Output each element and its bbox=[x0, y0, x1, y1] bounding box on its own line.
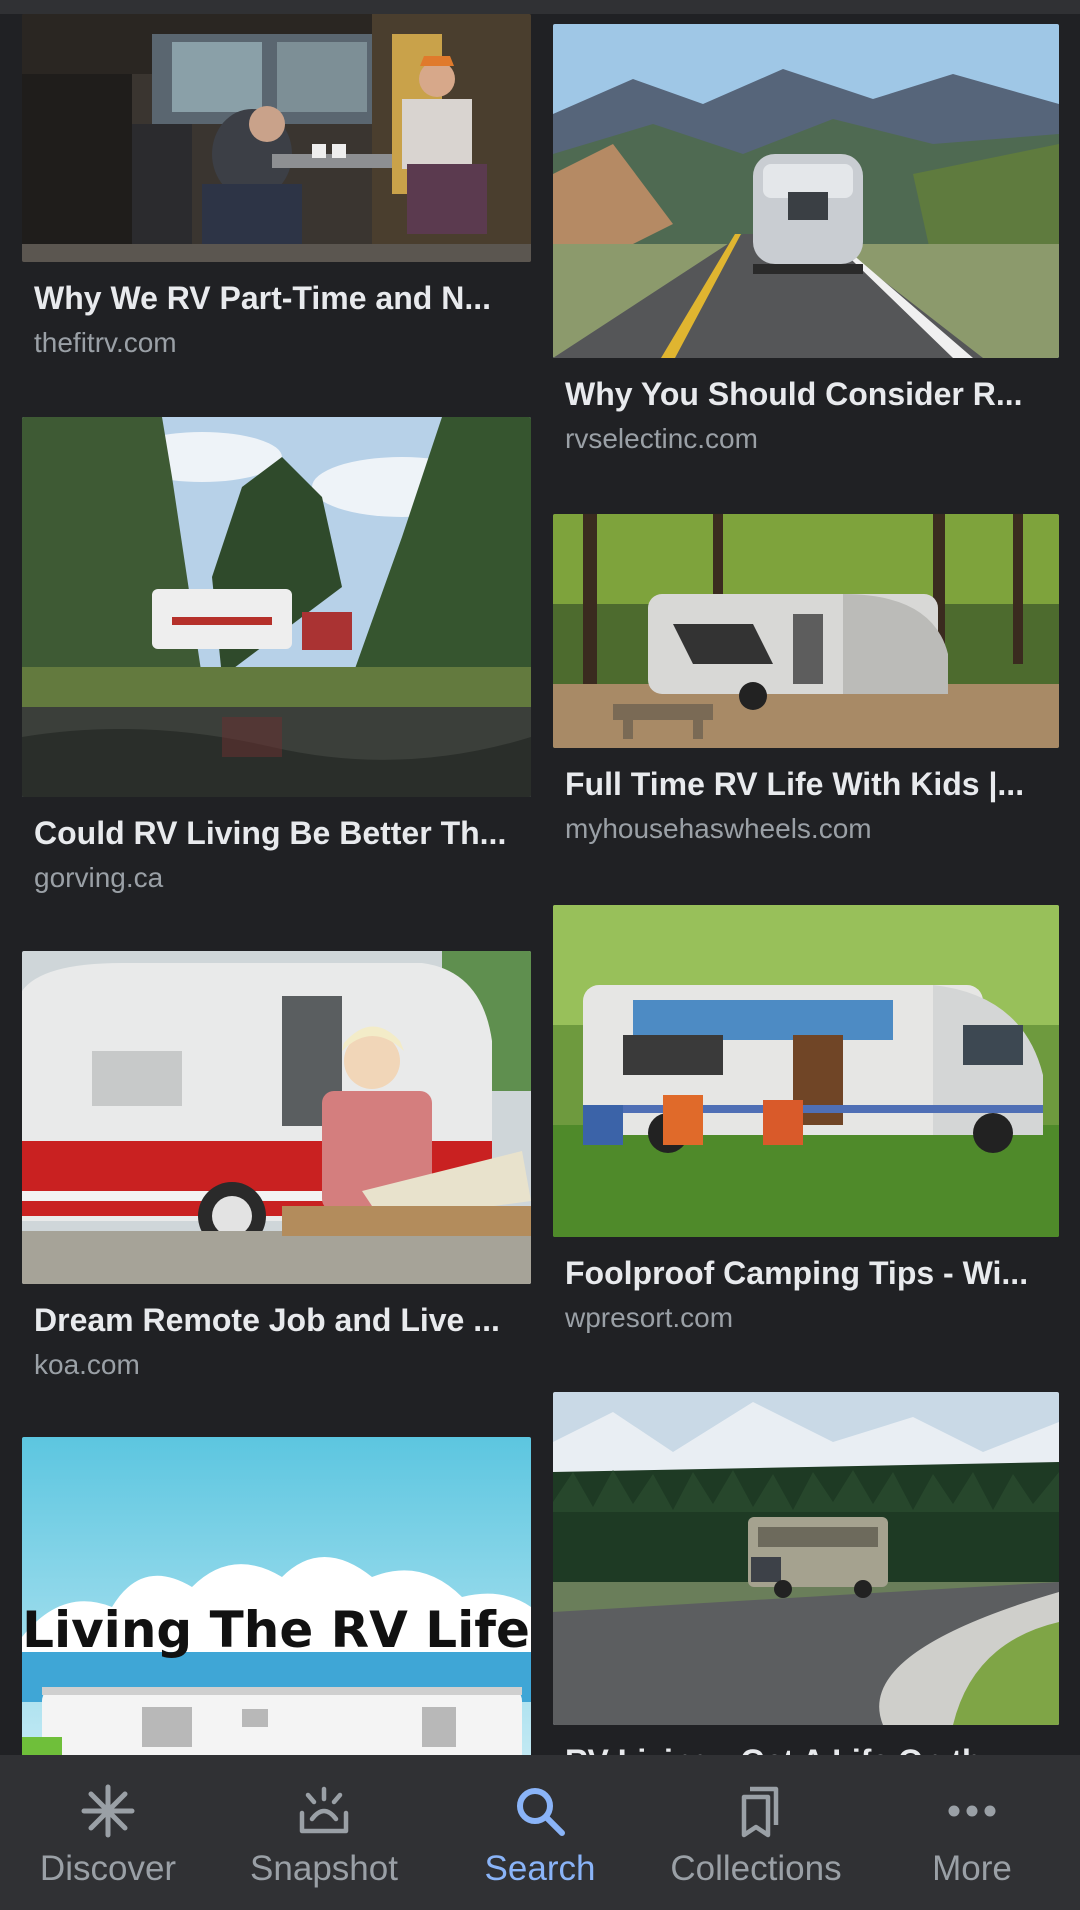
result-title[interactable]: RV Living - Get A Life On th... bbox=[565, 1741, 1047, 1755]
result-card-rv-kids[interactable]: Full Time RV Life With Kids |... myhouse… bbox=[553, 514, 1059, 854]
result-card-rv-living-better[interactable]: Could RV Living Be Better Th... gorving.… bbox=[22, 417, 531, 907]
living-rv-life-image-text: Living The RV Life bbox=[22, 1601, 530, 1659]
result-title[interactable]: Why We RV Part-Time and N... bbox=[34, 278, 519, 318]
nav-discover[interactable]: Discover bbox=[8, 1755, 208, 1891]
result-thumbnail[interactable] bbox=[553, 514, 1059, 748]
result-source[interactable]: gorving.ca bbox=[34, 861, 519, 895]
snapshot-icon bbox=[294, 1781, 354, 1841]
nav-search[interactable]: Search bbox=[440, 1755, 640, 1891]
result-title[interactable]: Foolproof Camping Tips - Wi... bbox=[565, 1253, 1047, 1293]
result-thumbnail[interactable] bbox=[22, 14, 531, 262]
result-source[interactable]: myhousehaswheels.com bbox=[565, 812, 1047, 846]
nav-search-label: Search bbox=[484, 1849, 596, 1888]
nav-more[interactable]: More bbox=[872, 1755, 1072, 1891]
result-thumbnail[interactable] bbox=[553, 24, 1059, 358]
result-title[interactable]: Dream Remote Job and Live ... bbox=[34, 1300, 519, 1340]
result-thumbnail[interactable] bbox=[22, 951, 531, 1284]
result-source[interactable]: rvselectinc.com bbox=[565, 422, 1047, 456]
bottom-navigation-bar: Discover Snapshot Search Collections Mor… bbox=[0, 1755, 1080, 1910]
collections-icon bbox=[726, 1781, 786, 1841]
result-card-camping-tips[interactable]: Foolproof Camping Tips - Wi... wpresort.… bbox=[553, 905, 1059, 1345]
result-title[interactable]: Could RV Living Be Better Th... bbox=[34, 813, 519, 853]
result-card-rv-living-life[interactable]: RV Living - Get A Life On th... bbox=[553, 1392, 1059, 1755]
nav-more-label: More bbox=[932, 1849, 1012, 1888]
result-card-consider-rv[interactable]: Why You Should Consider R... rvselectinc… bbox=[553, 24, 1059, 464]
nav-collections[interactable]: Collections bbox=[656, 1755, 856, 1891]
result-title[interactable]: Full Time RV Life With Kids |... bbox=[565, 764, 1047, 804]
result-thumbnail[interactable] bbox=[553, 905, 1059, 1237]
result-source[interactable]: wpresort.com bbox=[565, 1301, 1047, 1335]
result-card-living-rv-life[interactable]: Living The RV Life bbox=[22, 1437, 531, 1755]
asterisk-icon bbox=[78, 1781, 138, 1841]
result-source[interactable]: thefitrv.com bbox=[34, 326, 519, 360]
result-card-remote-job[interactable]: Dream Remote Job and Live ... koa.com bbox=[22, 951, 531, 1391]
result-thumbnail[interactable] bbox=[22, 417, 531, 797]
more-dots-icon bbox=[942, 1781, 1002, 1841]
nav-snapshot-label: Snapshot bbox=[250, 1849, 398, 1888]
nav-discover-label: Discover bbox=[39, 1849, 177, 1888]
result-card-rv-part-time[interactable]: Why We RV Part-Time and N... thefitrv.co… bbox=[22, 14, 531, 374]
image-results-grid: Why We RV Part-Time and N... thefitrv.co… bbox=[0, 0, 1080, 1755]
nav-collections-label: Collections bbox=[670, 1849, 842, 1888]
nav-snapshot[interactable]: Snapshot bbox=[224, 1755, 424, 1891]
status-bar-strip bbox=[0, 0, 1080, 14]
result-thumbnail[interactable]: Living The RV Life bbox=[22, 1437, 531, 1755]
result-thumbnail[interactable] bbox=[553, 1392, 1059, 1725]
result-title[interactable]: Why You Should Consider R... bbox=[565, 374, 1047, 414]
search-icon bbox=[510, 1781, 570, 1841]
result-source[interactable]: koa.com bbox=[34, 1348, 519, 1382]
